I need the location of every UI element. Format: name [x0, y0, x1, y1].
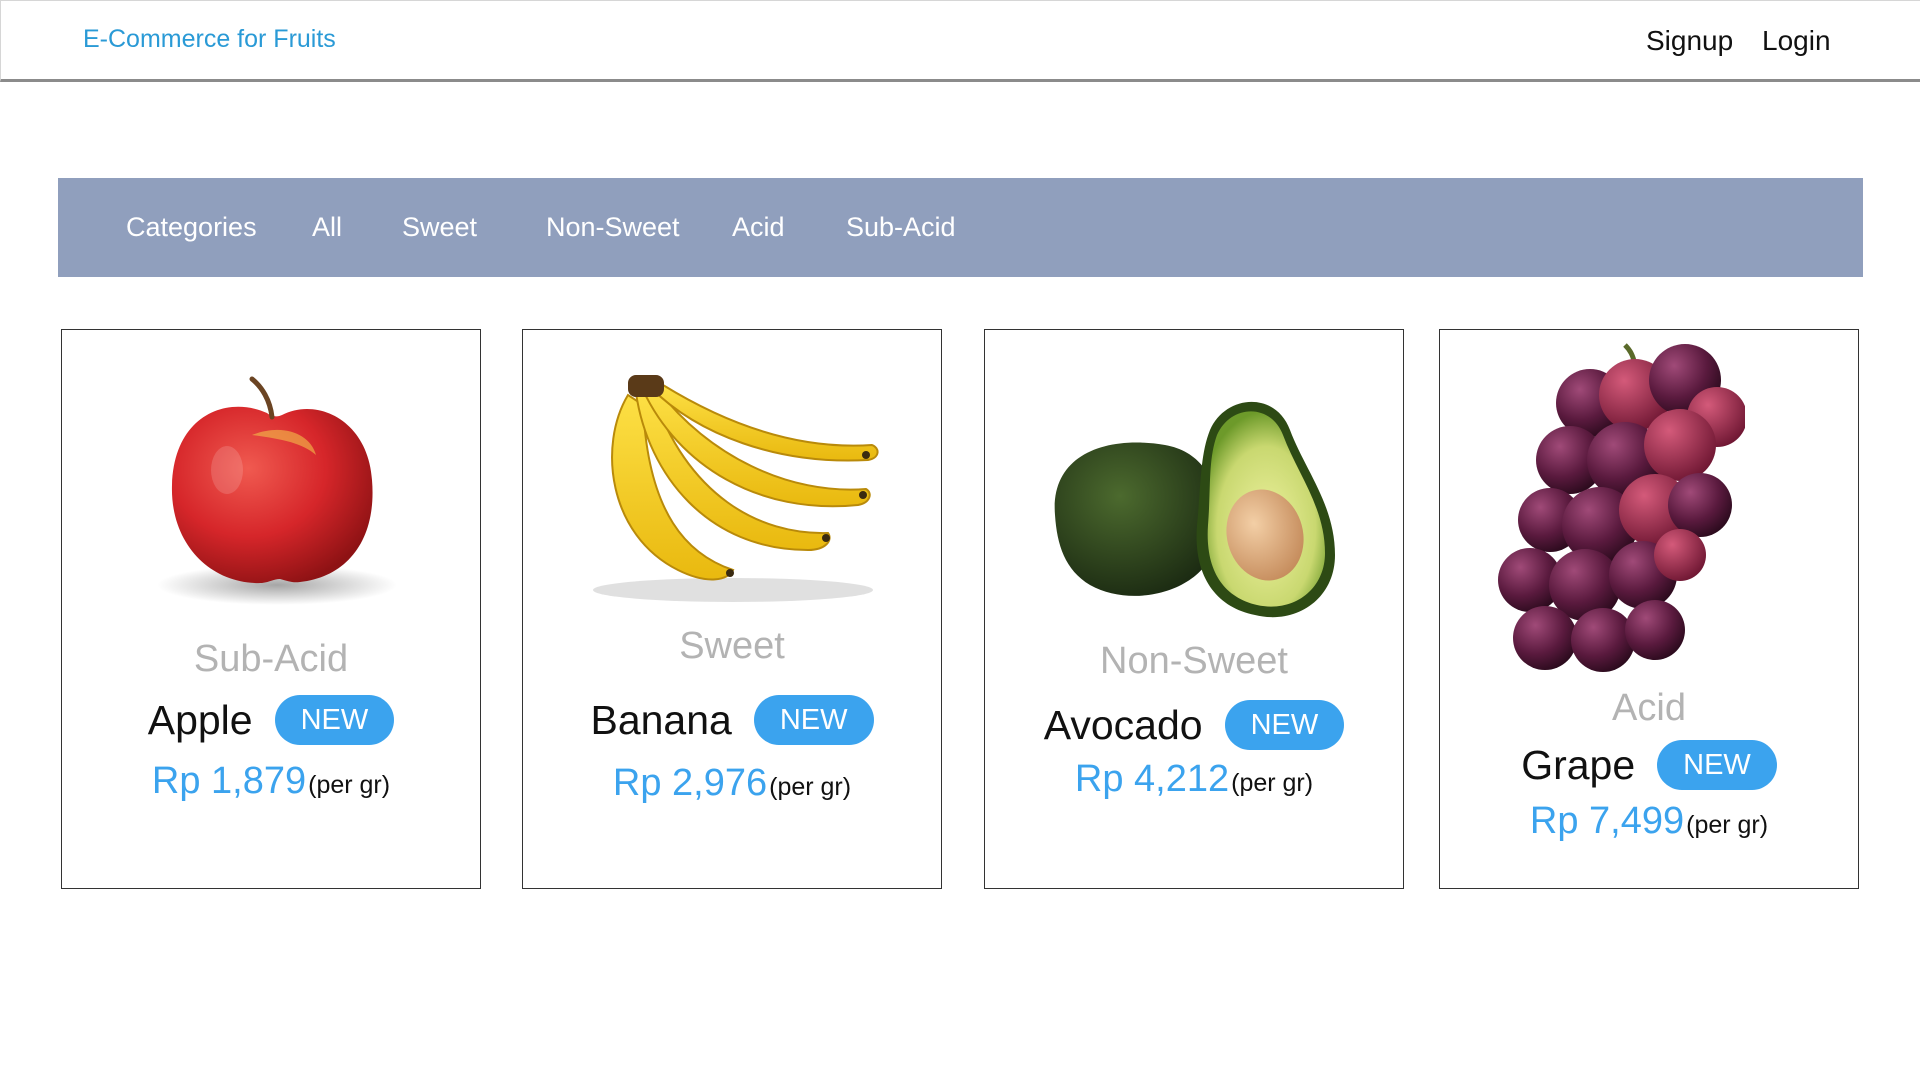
apple-icon	[157, 376, 397, 605]
signup-link[interactable]: Signup	[1646, 25, 1733, 57]
product-type: Sub-Acid	[193, 638, 349, 680]
product-name[interactable]: Grape	[1521, 742, 1635, 789]
price-row: Rp 7,499(per gr)	[1440, 800, 1858, 843]
product-card-avocado[interactable]: Non-Sweet Avocado NEW Rp 4,212(per gr)	[984, 329, 1404, 889]
product-type: Acid	[1612, 687, 1686, 729]
product-name[interactable]: Banana	[590, 697, 731, 744]
price-unit: (per gr)	[1231, 769, 1314, 797]
category-sweet[interactable]: Sweet	[402, 212, 477, 243]
category-all[interactable]: All	[312, 212, 342, 243]
new-badge: NEW	[274, 695, 395, 745]
top-header: E-Commerce for Fruits Signup Login	[0, 0, 1920, 82]
category-acid[interactable]: Acid	[732, 212, 785, 243]
product-price: Rp 4,212	[1074, 758, 1230, 800]
product-name[interactable]: Avocado	[1044, 702, 1203, 749]
category-bar: Categories All Sweet Non-Sweet Acid Sub-…	[58, 178, 1863, 277]
price-unit: (per gr)	[308, 771, 391, 799]
product-price: Rp 7,499	[1529, 800, 1685, 842]
price-row: Rp 1,879(per gr)	[62, 760, 480, 803]
product-price: Rp 2,976	[612, 762, 768, 804]
price-row: Rp 4,212(per gr)	[985, 758, 1403, 801]
product-name-row: Banana NEW	[523, 695, 941, 745]
category-non-sweet[interactable]: Non-Sweet	[546, 212, 680, 243]
banana-icon	[593, 375, 879, 602]
product-name[interactable]: Apple	[148, 697, 253, 744]
brand-logo[interactable]: E-Commerce for Fruits	[83, 25, 336, 54]
product-name-row: Grape NEW	[1440, 740, 1858, 790]
grape-icon	[1498, 343, 1745, 672]
product-card-apple[interactable]: Sub-Acid Apple NEW Rp 1,879(per gr)	[61, 329, 481, 889]
new-badge: NEW	[1657, 740, 1777, 790]
price-row: Rp 2,976(per gr)	[523, 762, 941, 805]
avocado-icon	[1054, 401, 1335, 618]
categories-heading: Categories	[126, 212, 257, 242]
price-unit: (per gr)	[769, 773, 852, 801]
product-name-row: Apple NEW	[62, 695, 480, 745]
product-card-banana[interactable]: Sweet Banana NEW Rp 2,976(per gr)	[522, 329, 942, 889]
category-sub-acid[interactable]: Sub-Acid	[846, 212, 956, 243]
product-type: Non-Sweet	[1100, 640, 1288, 682]
price-unit: (per gr)	[1686, 811, 1769, 839]
product-name-row: Avocado NEW	[985, 700, 1403, 750]
new-badge: NEW	[1224, 700, 1345, 750]
product-price: Rp 1,879	[151, 760, 307, 802]
product-card-grape[interactable]: Acid Grape NEW Rp 7,499(per gr)	[1439, 329, 1859, 889]
login-link[interactable]: Login	[1762, 25, 1831, 57]
new-badge: NEW	[753, 695, 874, 745]
product-type: Sweet	[679, 625, 785, 667]
